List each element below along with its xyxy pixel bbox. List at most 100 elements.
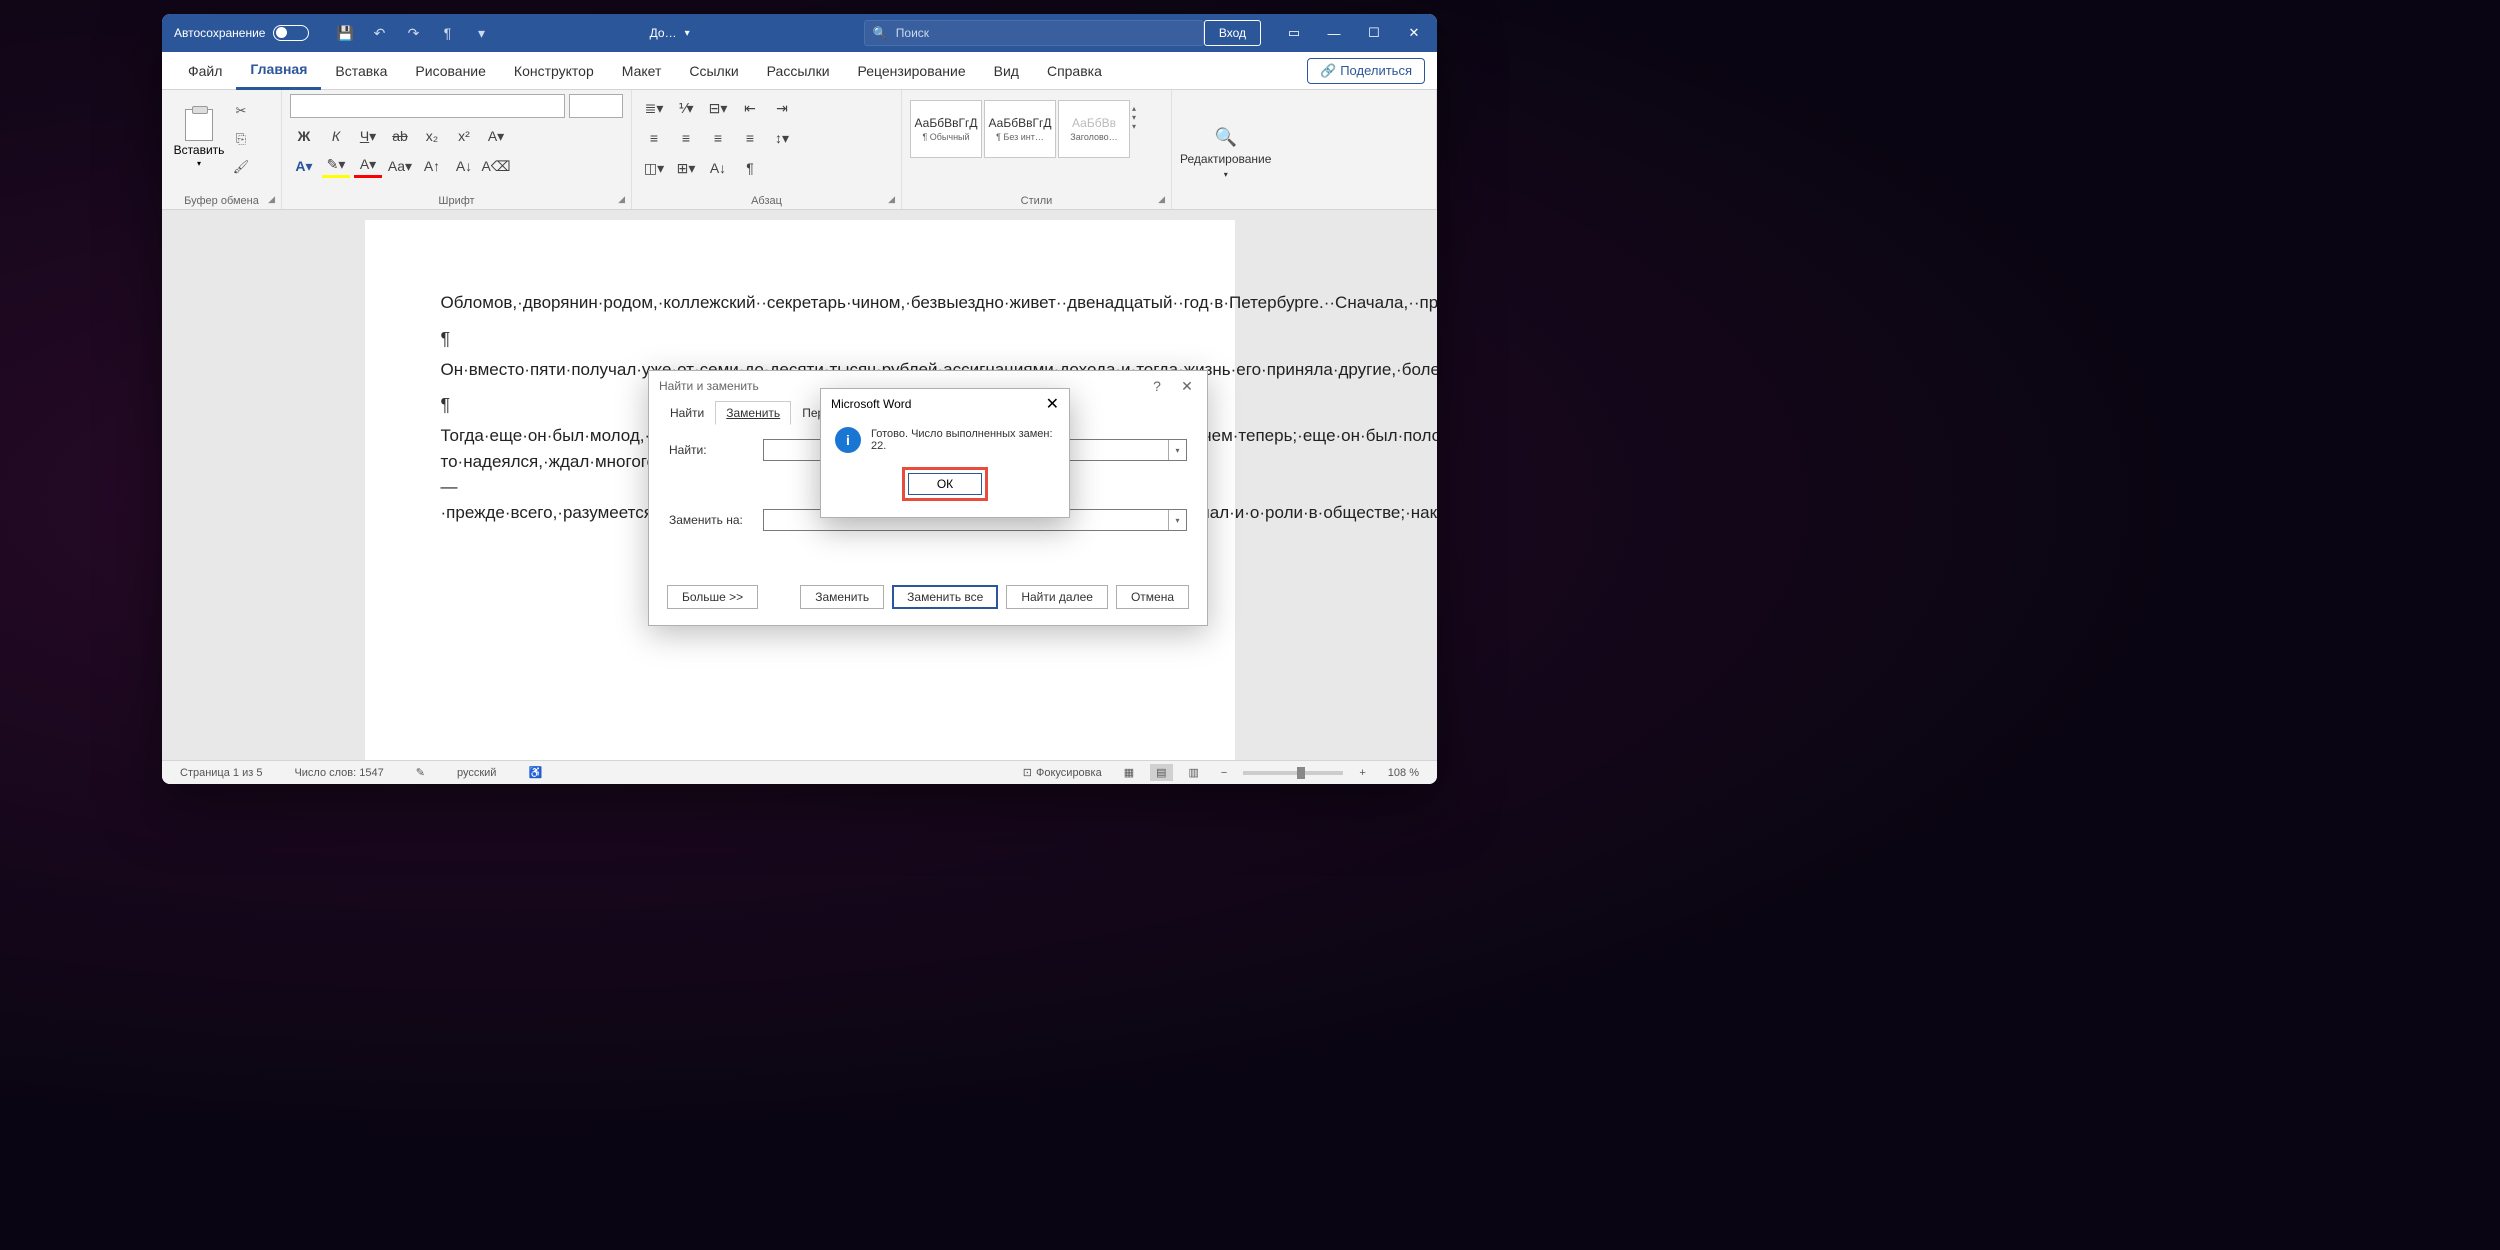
read-mode-icon[interactable]: ▦ xyxy=(1118,764,1140,781)
font-size-combo[interactable] xyxy=(569,94,623,118)
align-center-button[interactable]: ≡ xyxy=(672,126,700,150)
justify-button[interactable]: ≡ xyxy=(736,126,764,150)
zoom-in-button[interactable]: + xyxy=(1353,765,1371,781)
sort-button[interactable]: A↓ xyxy=(704,156,732,180)
styles-more-button[interactable]: ▴ ▾ ▾ xyxy=(1132,100,1150,131)
tab-insert[interactable]: Вставка xyxy=(321,52,401,90)
font-color2-button[interactable]: A▾ xyxy=(354,154,382,178)
tab-review[interactable]: Рецензирование xyxy=(844,52,980,90)
search-icon: 🔍 xyxy=(873,26,888,40)
style-no-spacing[interactable]: АаБбВвГгД ¶ Без инт… xyxy=(984,100,1056,158)
style-normal[interactable]: АаБбВвГгД ¶ Обычный xyxy=(910,100,982,158)
msg-close-icon[interactable]: ✕ xyxy=(1046,394,1059,414)
save-icon[interactable]: 💾 xyxy=(331,19,359,47)
dialog-help-icon[interactable]: ? xyxy=(1147,378,1167,395)
find-dropdown-icon[interactable]: ▾ xyxy=(1168,440,1186,460)
qat-more-icon[interactable]: ▾ xyxy=(467,19,495,47)
paragraph-launcher[interactable]: ◢ xyxy=(888,194,895,205)
grow-font-button[interactable]: A↑ xyxy=(418,154,446,178)
clear-format-button[interactable]: A⌫ xyxy=(482,154,510,178)
tab-mailings[interactable]: Рассылки xyxy=(753,52,844,90)
shading-button[interactable]: ◫▾ xyxy=(640,156,668,180)
replace-dropdown-icon[interactable]: ▾ xyxy=(1168,510,1186,530)
close-icon[interactable]: ✕ xyxy=(1395,14,1433,52)
font-launcher[interactable]: ◢ xyxy=(618,194,625,205)
cancel-button[interactable]: Отмена xyxy=(1116,585,1189,609)
increase-indent-button[interactable]: ⇥ xyxy=(768,96,796,120)
login-button[interactable]: Вход xyxy=(1204,20,1261,46)
web-layout-icon[interactable]: ▥ xyxy=(1183,764,1205,781)
underline-button[interactable]: Ч▾ xyxy=(354,124,382,148)
ok-button[interactable]: ОК xyxy=(908,473,982,495)
tab-design[interactable]: Конструктор xyxy=(500,52,608,90)
undo-icon[interactable]: ↶ xyxy=(365,19,393,47)
pilcrow-icon[interactable]: ¶ xyxy=(433,19,461,47)
redo-icon[interactable]: ↷ xyxy=(399,19,427,47)
zoom-out-button[interactable]: − xyxy=(1215,765,1233,781)
tab-help[interactable]: Справка xyxy=(1033,52,1116,90)
bold-button[interactable]: Ж xyxy=(290,124,318,148)
show-marks-button[interactable]: ¶ xyxy=(736,156,764,180)
paste-button[interactable]: Вставить ▾ xyxy=(170,94,228,182)
superscript-button[interactable]: x² xyxy=(450,124,478,148)
focus-mode[interactable]: ⊡ Фокусировка xyxy=(1017,764,1108,781)
autosave-toggle[interactable] xyxy=(273,25,309,41)
minimize-icon[interactable]: — xyxy=(1315,14,1353,52)
word-count[interactable]: Число слов: 1547 xyxy=(288,765,389,781)
tab-home[interactable]: Главная xyxy=(236,52,321,90)
numbering-button[interactable]: ⅟▾ xyxy=(672,96,700,120)
subscript-button[interactable]: x₂ xyxy=(418,124,446,148)
more-button[interactable]: Больше >> xyxy=(667,585,758,609)
copy-icon[interactable]: ⎘ xyxy=(230,128,252,150)
decrease-indent-button[interactable]: ⇤ xyxy=(736,96,764,120)
change-case-button[interactable]: Aa▾ xyxy=(386,154,414,178)
font-family-combo[interactable] xyxy=(290,94,565,118)
strike-button[interactable]: ab xyxy=(386,124,414,148)
highlight-button[interactable]: ✎▾ xyxy=(322,154,350,178)
tab-draw[interactable]: Рисование xyxy=(401,52,500,90)
font-color-button[interactable]: A▾ xyxy=(290,154,318,178)
page-indicator[interactable]: Страница 1 из 5 xyxy=(174,765,268,781)
tab-replace[interactable]: Заменить xyxy=(715,401,791,425)
align-right-button[interactable]: ≡ xyxy=(704,126,732,150)
replace-all-button[interactable]: Заменить все xyxy=(892,585,998,609)
line-spacing-button[interactable]: ↕▾ xyxy=(768,126,796,150)
text-effects-button[interactable]: A▾ xyxy=(482,124,510,148)
language-indicator[interactable]: русский xyxy=(451,765,502,781)
tab-file[interactable]: Файл xyxy=(174,52,236,90)
dialog-close-icon[interactable]: ✕ xyxy=(1177,378,1197,395)
zoom-slider[interactable] xyxy=(1243,771,1343,775)
ribbon-mode-icon[interactable]: ▭ xyxy=(1275,14,1313,52)
empty-paragraph: ¶ xyxy=(441,326,1159,353)
editing-button[interactable]: 🔍 Редактирование ▾ xyxy=(1180,127,1271,179)
tab-references[interactable]: Ссылки xyxy=(675,52,752,90)
find-label: Найти: xyxy=(669,443,753,457)
title-dropdown-icon[interactable]: ▾ xyxy=(685,28,690,39)
find-next-button[interactable]: Найти далее xyxy=(1006,585,1108,609)
maximize-icon[interactable]: ☐ xyxy=(1355,14,1393,52)
style-heading[interactable]: АаБбВв Заголово… xyxy=(1058,100,1130,158)
replace-button[interactable]: Заменить xyxy=(800,585,884,609)
tab-layout[interactable]: Макет xyxy=(608,52,676,90)
multilevel-button[interactable]: ⊟▾ xyxy=(704,96,732,120)
tab-view[interactable]: Вид xyxy=(980,52,1033,90)
print-layout-icon[interactable]: ▤ xyxy=(1150,764,1172,781)
tab-find[interactable]: Найти xyxy=(659,401,715,425)
autosave-control[interactable]: Автосохранение xyxy=(162,25,321,41)
align-left-button[interactable]: ≡ xyxy=(640,126,668,150)
shrink-font-button[interactable]: A↓ xyxy=(450,154,478,178)
bullets-button[interactable]: ≣▾ xyxy=(640,96,668,120)
accessibility-icon[interactable]: ♿ xyxy=(522,764,548,781)
italic-button[interactable]: К xyxy=(322,124,350,148)
search-input[interactable]: 🔍 Поиск xyxy=(864,20,1204,46)
zoom-level[interactable]: 108 % xyxy=(1382,765,1425,781)
proofing-icon[interactable]: ✎ xyxy=(410,764,431,781)
share-button[interactable]: 🔗 Поделиться xyxy=(1307,58,1425,84)
group-styles: АаБбВвГгД ¶ Обычный АаБбВвГгД ¶ Без инт…… xyxy=(902,90,1172,209)
cut-icon[interactable]: ✂ xyxy=(230,100,252,122)
group-label-styles: Стили xyxy=(902,195,1171,207)
styles-launcher[interactable]: ◢ xyxy=(1158,194,1165,205)
borders-button[interactable]: ⊞▾ xyxy=(672,156,700,180)
format-painter-icon[interactable]: 🖌 xyxy=(230,156,252,178)
clipboard-launcher[interactable]: ◢ xyxy=(268,194,275,205)
